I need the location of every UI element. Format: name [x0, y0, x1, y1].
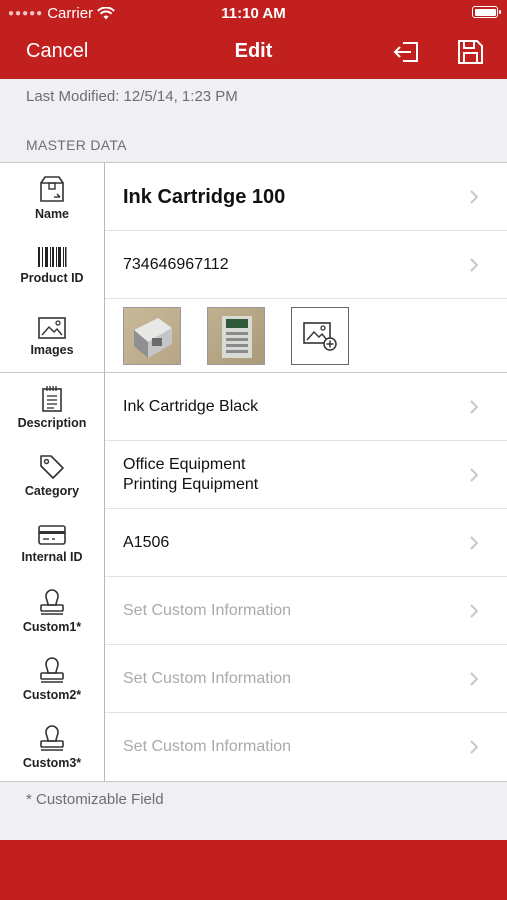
stamp-icon	[40, 724, 64, 751]
last-modified-text: Last Modified: 12/5/14, 1:23 PM	[26, 88, 238, 105]
category-line: Office Equipment	[123, 456, 246, 473]
images-cell	[105, 299, 507, 373]
row-internal-id[interactable]: Internal ID A1506	[0, 509, 507, 577]
export-button[interactable]	[392, 38, 422, 66]
footnote-text: * Customizable Field	[26, 791, 164, 808]
row-name[interactable]: Name Ink Cartridge 100	[0, 163, 507, 231]
chevron-right-icon	[470, 468, 479, 482]
row-label: Name	[34, 206, 70, 221]
cancel-button[interactable]: Cancel	[26, 40, 88, 63]
product-image-thumbnail[interactable]	[207, 307, 265, 365]
custom-placeholder: Set Custom Information	[123, 670, 292, 687]
row-custom3[interactable]: Custom3* Set Custom Information	[0, 713, 507, 781]
product-image-thumbnail[interactable]	[123, 307, 181, 365]
custom-placeholder: Set Custom Information	[123, 738, 292, 755]
status-time: 11:10 AM	[221, 5, 286, 22]
row-label-cell: Category	[0, 441, 105, 509]
master-data-table: Name Ink Cartridge 100 Product ID 734646…	[0, 162, 507, 782]
row-value-cell: Office Equipment Printing Equipment	[105, 441, 507, 509]
stamp-icon	[40, 656, 64, 683]
row-value-cell: Ink Cartridge 100	[105, 163, 507, 231]
status-bar: ●●●●● Carrier 11:10 AM	[0, 0, 507, 26]
row-label-cell: Images	[0, 299, 105, 373]
row-label-cell: Internal ID	[0, 509, 105, 577]
name-value: Ink Cartridge 100	[123, 185, 286, 208]
chevron-right-icon	[470, 672, 479, 686]
bottom-bar	[0, 840, 507, 900]
row-custom2[interactable]: Custom2* Set Custom Information	[0, 645, 507, 713]
internal-id-value: A1506	[123, 534, 170, 551]
save-button[interactable]	[455, 38, 485, 66]
row-label: Product ID	[20, 270, 84, 285]
row-label-cell: Product ID	[0, 231, 105, 299]
row-label: Internal ID	[21, 549, 83, 564]
box-icon	[40, 175, 64, 202]
description-value: Ink Cartridge Black	[123, 398, 259, 415]
row-value-cell: Ink Cartridge Black	[105, 373, 507, 441]
add-image-button[interactable]	[291, 307, 349, 365]
product-id-value: 734646967112	[123, 256, 229, 273]
row-label: Custom3*	[22, 755, 82, 770]
battery-icon	[472, 6, 501, 18]
row-label-cell: Name	[0, 163, 105, 231]
image-icon	[38, 316, 66, 339]
row-label-cell: Custom3*	[0, 713, 105, 781]
row-product-id[interactable]: Product ID 734646967112	[0, 231, 507, 299]
chevron-right-icon	[470, 604, 479, 618]
chevron-right-icon	[470, 258, 479, 272]
row-value-cell: Set Custom Information	[105, 713, 507, 781]
add-image-icon	[303, 322, 337, 351]
row-value-cell: Set Custom Information	[105, 577, 507, 645]
row-description[interactable]: Description Ink Cartridge Black	[0, 373, 507, 441]
row-custom1[interactable]: Custom1* Set Custom Information	[0, 577, 507, 645]
barcode-icon	[38, 246, 67, 267]
row-value-cell: Set Custom Information	[105, 645, 507, 713]
row-label-cell: Custom2*	[0, 645, 105, 713]
row-label: Images	[30, 342, 74, 357]
category-line: Printing Equipment	[123, 476, 259, 493]
card-icon	[38, 524, 66, 545]
row-value-cell: A1506	[105, 509, 507, 577]
row-label: Category	[24, 483, 80, 498]
navigation-bar: Cancel Edit	[0, 26, 507, 79]
category-value: Office Equipment Printing Equipment	[123, 455, 258, 495]
row-label: Description	[17, 415, 87, 430]
chevron-right-icon	[470, 400, 479, 414]
chevron-right-icon	[470, 740, 479, 754]
floppy-disk-icon	[458, 40, 483, 64]
row-value-cell: 734646967112	[105, 231, 507, 299]
row-label-cell: Description	[0, 373, 105, 441]
row-label-cell: Custom1*	[0, 577, 105, 645]
exit-arrow-icon	[393, 42, 418, 62]
custom-placeholder: Set Custom Information	[123, 602, 292, 619]
row-images: Images	[0, 299, 507, 373]
stamp-icon	[40, 588, 64, 615]
row-label: Custom2*	[22, 687, 82, 702]
tag-icon	[40, 454, 64, 479]
notepad-icon	[42, 385, 62, 412]
row-label: Custom1*	[22, 619, 82, 634]
row-category[interactable]: Category Office Equipment Printing Equip…	[0, 441, 507, 509]
chevron-right-icon	[470, 190, 479, 204]
section-header: MASTER DATA	[26, 137, 127, 153]
chevron-right-icon	[470, 536, 479, 550]
